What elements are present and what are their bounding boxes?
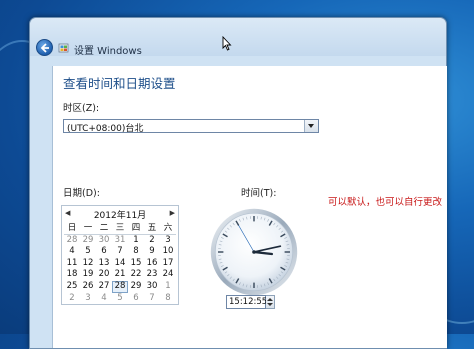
calendar-week-row: 18192021222324 (64, 269, 176, 281)
calendar-weekday-header: 二 (96, 223, 112, 235)
calendar-day-other-month[interactable]: 4 (96, 293, 112, 305)
calendar-day[interactable]: 27 (96, 281, 112, 293)
calendar-week-row: 2526272829301 (64, 281, 176, 293)
spin-down-icon[interactable] (267, 303, 273, 306)
calendar-day-other-month[interactable]: 29 (80, 235, 96, 247)
timezone-value: (UTC+08:00)台北 (67, 121, 143, 134)
calendar-week-row: 11121314151617 (64, 258, 176, 270)
calendar-day[interactable]: 22 (128, 269, 144, 281)
calendar-day[interactable]: 12 (80, 258, 96, 270)
calendar-day[interactable]: 2 (144, 235, 160, 247)
calendar-weekday-header: 一 (80, 223, 96, 235)
time-input[interactable]: 15:12:55 (226, 295, 266, 309)
calendar-day[interactable]: 14 (112, 258, 128, 270)
calendar-weekday-header: 四 (128, 223, 144, 235)
calendar-day[interactable]: 8 (128, 246, 144, 258)
calendar-day[interactable]: 19 (80, 269, 96, 281)
back-button[interactable] (36, 39, 53, 56)
setup-window: 设置 Windows 查看时间和日期设置 时区(Z): (UTC+08:00)台… (29, 17, 447, 349)
calendar-day[interactable]: 15 (128, 258, 144, 270)
calendar-day[interactable]: 18 (64, 269, 80, 281)
window-title: 设置 Windows (74, 42, 142, 57)
time-spinner[interactable] (266, 295, 275, 309)
timezone-label: 时区(Z): (63, 100, 99, 114)
calendar-day[interactable]: 20 (96, 269, 112, 281)
calendar-day[interactable]: 3 (160, 235, 176, 247)
mouse-pointer-icon (222, 36, 232, 51)
timezone-dropdown[interactable]: (UTC+08:00)台北 (63, 119, 319, 133)
calendar-day[interactable]: 24 (160, 269, 176, 281)
calendar-day[interactable]: 26 (80, 281, 96, 293)
calendar-day-other-month[interactable]: 1 (160, 281, 176, 293)
calendar-day-other-month[interactable]: 28 (64, 235, 80, 247)
chevron-down-icon (308, 124, 314, 128)
calendar-day-other-month[interactable]: 30 (96, 235, 112, 247)
calendar: ◀ 2012年11月 ▶ 日一二三四五六28293031123456789101… (61, 205, 179, 305)
calendar-day[interactable]: 5 (80, 246, 96, 258)
calendar-day[interactable]: 25 (64, 281, 80, 293)
dropdown-arrow-button[interactable] (304, 120, 318, 132)
calendar-week-row: 2345678 (64, 293, 176, 305)
calendar-day[interactable]: 13 (96, 258, 112, 270)
spin-up-icon[interactable] (267, 298, 273, 301)
calendar-day-other-month[interactable]: 31 (112, 235, 128, 247)
calendar-day[interactable]: 6 (96, 246, 112, 258)
calendar-weekday-header: 日 (64, 223, 80, 235)
calendar-day[interactable]: 21 (112, 269, 128, 281)
back-arrow-icon (40, 43, 50, 53)
next-month-button[interactable]: ▶ (170, 209, 175, 217)
page-heading: 查看时间和日期设置 (63, 73, 176, 92)
calendar-day-other-month[interactable]: 2 (64, 293, 80, 305)
calendar-day-other-month[interactable]: 8 (160, 293, 176, 305)
calendar-day-other-month[interactable]: 6 (128, 293, 144, 305)
clock-center (252, 250, 256, 254)
calendar-day[interactable]: 16 (144, 258, 160, 270)
calendar-day[interactable]: 30 (144, 281, 160, 293)
calendar-weekday-row: 日一二三四五六 (64, 223, 176, 235)
calendar-day[interactable]: 4 (64, 246, 80, 258)
calendar-month-title[interactable]: 2012年11月 (62, 208, 178, 221)
annotation-text: 可以默认，也可以自行更改 (328, 194, 442, 208)
time-label: 时间(T): (241, 185, 276, 199)
calendar-day[interactable]: 1 (128, 235, 144, 247)
calendar-weekday-header: 六 (160, 223, 176, 235)
time-value: 15:12:55 (229, 297, 267, 307)
calendar-week-row: 28293031123 (64, 235, 176, 247)
calendar-day-other-month[interactable]: 7 (144, 293, 160, 305)
calendar-grid: 日一二三四五六282930311234567891011121314151617… (64, 223, 176, 304)
calendar-day[interactable]: 7 (112, 246, 128, 258)
windows-setup-icon (58, 42, 70, 54)
calendar-day-other-month[interactable]: 5 (112, 293, 128, 305)
calendar-day-other-month[interactable]: 3 (80, 293, 96, 305)
calendar-weekday-header: 三 (112, 223, 128, 235)
calendar-day[interactable]: 29 (128, 281, 144, 293)
title-bar: 设置 Windows (30, 18, 446, 56)
date-label: 日期(D): (63, 185, 100, 199)
calendar-day[interactable]: 28 (112, 281, 128, 293)
calendar-day[interactable]: 23 (144, 269, 160, 281)
content-pane: 查看时间和日期设置 时区(Z): (UTC+08:00)台北 日期(D): ◀ … (52, 66, 447, 348)
analog-clock (209, 207, 299, 297)
calendar-day[interactable]: 17 (160, 258, 176, 270)
calendar-day[interactable]: 10 (160, 246, 176, 258)
calendar-weekday-header: 五 (144, 223, 160, 235)
calendar-week-row: 45678910 (64, 246, 176, 258)
calendar-day[interactable]: 9 (144, 246, 160, 258)
calendar-day[interactable]: 11 (64, 258, 80, 270)
